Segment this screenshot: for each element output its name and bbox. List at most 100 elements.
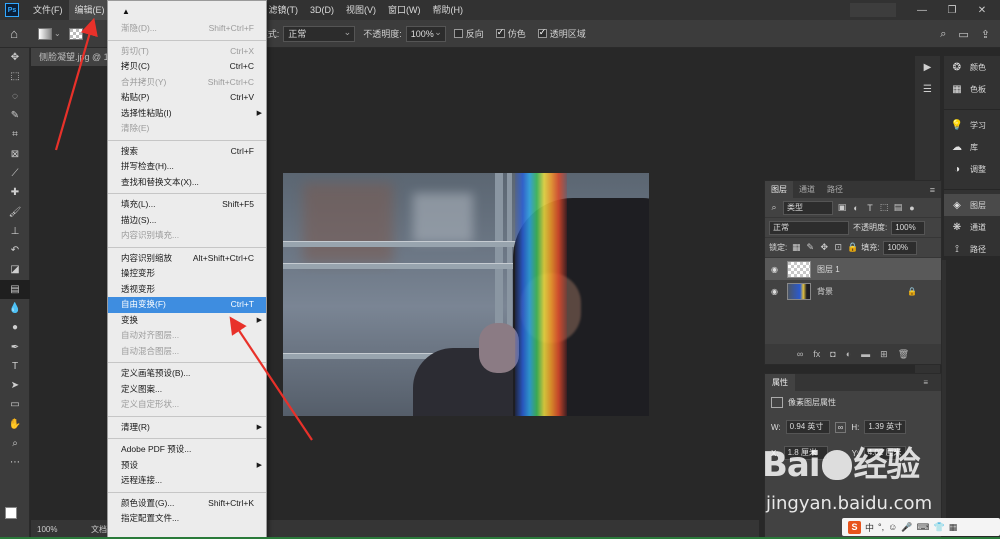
shape-filter-icon[interactable]: ⬚ [879, 202, 889, 213]
menu-item[interactable]: 颜色设置(G)... Shift+Ctrl+K [108, 496, 266, 512]
panel-button[interactable]: ☁ 库 [944, 136, 1000, 158]
menu-item[interactable]: 描边(S)... [108, 213, 266, 229]
opacity-field[interactable]: 100% [405, 25, 446, 42]
tab-layers[interactable]: 图层 [765, 181, 793, 198]
keyboard-icon[interactable]: ⌨ [917, 522, 930, 533]
type-filter-icon[interactable]: T [865, 203, 875, 213]
panel-scrollbar[interactable] [942, 260, 946, 520]
properties-panel-icon[interactable]: ☰ [915, 78, 940, 100]
menu-item[interactable]: 定义自定形状... [108, 397, 266, 413]
path-select-tool-icon[interactable]: ➤ [0, 376, 30, 395]
dodge-tool-icon[interactable]: ● [0, 318, 30, 337]
menu-item[interactable]: 粘贴(P) Ctrl+V [108, 90, 266, 106]
lock-pixels-icon[interactable]: ✎ [805, 242, 815, 253]
skin-icon[interactable]: 👕 [934, 522, 945, 533]
lock-position-icon[interactable]: ✥ [819, 242, 829, 253]
panel-button[interactable]: ❋ 通道 [944, 216, 1000, 238]
shape-tool-icon[interactable]: ▭ [0, 395, 30, 414]
width-field[interactable]: 0.94 英寸 [785, 420, 830, 434]
x-field[interactable]: 1.8 厘米 [783, 446, 828, 460]
menu-item[interactable]: 自动对齐图层... [108, 328, 266, 344]
crop-tool-icon[interactable]: ⌗ [0, 125, 30, 144]
menu-edit[interactable]: 编辑(E) [68, 0, 111, 20]
transparency-checkbox[interactable] [537, 27, 547, 38]
lasso-tool-icon[interactable]: ◌ [0, 87, 30, 106]
eyedropper-tool-icon[interactable]: ⟋ [0, 164, 30, 183]
layer-name[interactable]: 背景 [817, 286, 833, 297]
menu-item[interactable]: 远程连接... [108, 473, 266, 489]
menu-item[interactable]: 填充(L)... Shift+F5 [108, 197, 266, 213]
minimize-icon[interactable]: — [908, 2, 936, 18]
panel-button[interactable]: ❂ 颜色 [944, 56, 1000, 78]
panel-button[interactable]: ◈ 图层 [944, 194, 1000, 216]
menu-item[interactable]: 内容识别缩放 Alt+Shift+Ctrl+C [108, 251, 266, 267]
layer-opacity-field[interactable]: 100% [891, 220, 926, 235]
delete-layer-icon[interactable]: 🗑 [898, 349, 909, 360]
stamp-tool-icon[interactable]: ⊥ [0, 222, 30, 241]
panel-button[interactable]: ▦ 色板 [944, 78, 1000, 100]
menu-item[interactable]: 渐隐(D)... Shift+Ctrl+F [108, 21, 266, 37]
document-tab[interactable]: 侧脸凝望.jpg @ 1 [31, 48, 111, 66]
menu-window[interactable]: 窗口(W) [382, 0, 427, 20]
height-field[interactable]: 1.39 英寸 [864, 420, 907, 434]
menu-item[interactable]: 指定配置文件... [108, 511, 266, 527]
menu-filter[interactable]: 滤镜(T) [263, 0, 305, 20]
menu-item[interactable]: 自动混合图层... [108, 344, 266, 360]
quick-select-tool-icon[interactable]: ✎ [0, 106, 30, 125]
share-icon[interactable]: ⇪ [981, 28, 990, 41]
mic-icon[interactable]: 🎤 [901, 522, 912, 533]
properties-title[interactable]: 属性 [765, 374, 795, 391]
gradient-swatch-icon[interactable] [38, 27, 52, 40]
marquee-tool-icon[interactable]: ⬚ [0, 67, 30, 86]
tab-paths[interactable]: 路径 [821, 181, 849, 198]
reverse-checkbox[interactable] [453, 29, 463, 38]
panel-menu-icon[interactable]: ≡ [930, 185, 941, 195]
panel-button[interactable]: ◑ 调整 [944, 158, 1000, 180]
more-tools-icon[interactable]: ⋯ [0, 453, 30, 472]
ime-language[interactable]: 中 [865, 521, 874, 534]
menu-item[interactable]: 选择性粘贴(I) ▶ [108, 106, 266, 122]
link-layers-icon[interactable]: ∞ [797, 349, 803, 359]
workspace-icon[interactable]: ▭ [958, 28, 968, 41]
tab-channels[interactable]: 通道 [793, 181, 821, 198]
panel-menu-icon[interactable]: ≡ [916, 374, 935, 391]
gradient-preset[interactable]: ⌄ [38, 20, 83, 48]
layer-row[interactable]: ◉ 图层 1 [765, 258, 941, 280]
fill-field[interactable]: 100% [883, 240, 918, 255]
new-layer-icon[interactable]: ⊞ [880, 349, 888, 360]
menu-item[interactable]: 定义画笔预设(B)... [108, 366, 266, 382]
menu-item[interactable]: 透视变形 [108, 282, 266, 298]
layer-row[interactable]: ◉ 背景 🔒 [765, 280, 941, 302]
close-icon[interactable]: ✕ [968, 2, 996, 18]
menu-scroll-up-icon[interactable]: ▲ [108, 1, 266, 21]
smart-filter-icon[interactable]: ▤ [893, 202, 903, 213]
menu-item[interactable]: 定义图案... [108, 382, 266, 398]
link-proportions-icon[interactable]: ∞ [834, 421, 847, 433]
panel-button[interactable]: 💡 学习 [944, 114, 1000, 136]
frame-tool-icon[interactable]: ⊠ [0, 144, 30, 163]
image-filter-icon[interactable]: ▣ [837, 202, 847, 213]
menu-item[interactable]: 合并拷贝(Y) Shift+Ctrl+C [108, 75, 266, 91]
menu-item[interactable]: 清理(R) ▶ [108, 420, 266, 436]
hand-tool-icon[interactable]: ✋ [0, 415, 30, 434]
menu-item[interactable]: 拷贝(C) Ctrl+C [108, 59, 266, 75]
menu-3d[interactable]: 3D(D) [304, 0, 340, 20]
menu-file[interactable]: 文件(F) [27, 0, 69, 20]
maximize-icon[interactable]: ❐ [938, 2, 966, 18]
type-tool-icon[interactable]: T [0, 357, 30, 376]
menu-item[interactable]: 变换 ▶ [108, 313, 266, 329]
menu-help[interactable]: 帮助(H) [427, 0, 470, 20]
visibility-eye-icon[interactable]: ◉ [771, 265, 781, 274]
foreground-color-swatch[interactable] [5, 507, 17, 519]
menu-item[interactable]: 拼写检查(H)... [108, 159, 266, 175]
menu-item[interactable]: 查找和替换文本(X)... [108, 175, 266, 191]
add-mask-icon[interactable]: ◘ [830, 349, 835, 359]
healing-tool-icon[interactable]: ✚ [0, 183, 30, 202]
blend-mode-select[interactable]: 正常 [769, 220, 849, 235]
menu-view[interactable]: 视图(V) [340, 0, 382, 20]
menu-item[interactable]: 内容识别填充... [108, 228, 266, 244]
new-group-icon[interactable]: ▬ [861, 349, 870, 359]
menu-item[interactable]: 剪切(T) Ctrl+X [108, 44, 266, 60]
gradient-tool-icon[interactable]: ▤ [0, 279, 30, 299]
brush-tool-icon[interactable]: 🖌 [0, 202, 30, 221]
